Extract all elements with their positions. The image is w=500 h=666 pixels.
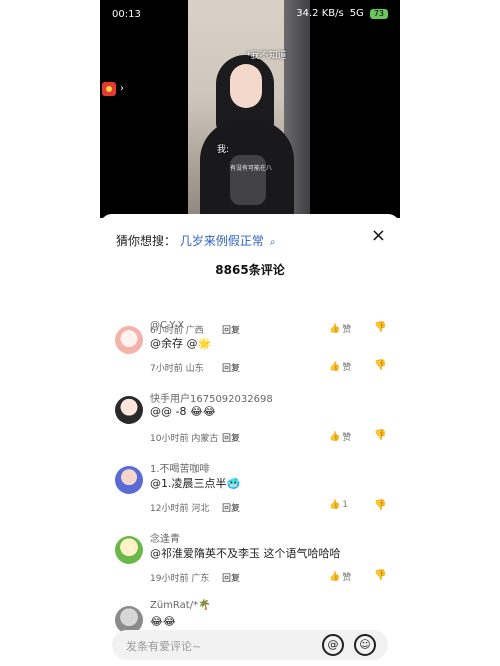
close-icon[interactable]: ×	[371, 227, 386, 245]
comment-user[interactable]: ZümRat/*🌴	[150, 600, 211, 611]
reply-button[interactable]: 回复	[222, 361, 240, 374]
like-button[interactable]: 👍 赞	[329, 430, 352, 444]
comment-item: @C-Y-X @余存 @🌟 7小时前 山东 回复 👍 赞 👎	[100, 318, 400, 388]
thumb-up-icon: 👍	[329, 500, 341, 510]
search-icon[interactable]: ⌕	[270, 237, 276, 248]
reply-button[interactable]: 回复	[222, 501, 240, 514]
video-person-face	[230, 64, 262, 108]
dislike-button[interactable]: 👎	[374, 360, 386, 371]
search-suggestion[interactable]: 猜你想搜： 几岁来例假正常 ⌕	[116, 232, 275, 249]
comment-user[interactable]: 1.不喝苦咖啡	[150, 460, 210, 475]
video-overlay-mid: 我:	[217, 145, 230, 155]
thumb-up-icon: 👍	[329, 361, 341, 372]
like-button[interactable]: 👍 赞	[329, 360, 352, 374]
like-count: 赞	[342, 433, 352, 443]
avatar[interactable]	[115, 326, 143, 354]
comments-sheet: 猜你想搜： 几岁来例假正常 ⌕ × 8865条评论 6小时前 广西 回复 👍 赞…	[100, 214, 400, 666]
avatar[interactable]	[115, 536, 143, 564]
comment-text: @祁淮爱隋英不及李玉 这个语气哈哈哈	[150, 547, 341, 560]
comment-text: 😂😂	[150, 615, 176, 628]
thumb-down-icon: 👎	[374, 570, 387, 581]
avatar[interactable]	[115, 396, 143, 424]
thumb-up-icon: 👍	[329, 431, 341, 442]
comment-item: 1.不喝苦咖啡 @1.凌晨三点半🥶 12小时前 河北 回复 👍 1 👎	[100, 458, 400, 528]
dislike-button[interactable]: 👎	[374, 430, 386, 441]
network-badge: 5G	[349, 8, 364, 19]
status-time: 00:13	[112, 9, 141, 20]
video-player[interactable]: 00:13 34.2 KB/s 5G 73 *我不知道 我: 有没有可能在八 ›	[100, 0, 400, 218]
like-button[interactable]: 👍 赞	[329, 570, 352, 584]
comment-meta: 19小时前 广东	[150, 574, 210, 584]
emoji-icon[interactable]: ☺	[354, 634, 376, 656]
chevron-right-icon[interactable]: ›	[120, 82, 124, 96]
like-count: 赞	[342, 363, 352, 373]
comment-user[interactable]: @C-Y-X	[150, 320, 184, 331]
thumb-down-icon: 👎	[374, 430, 387, 441]
status-bar: 00:13 34.2 KB/s 5G 73	[100, 0, 400, 28]
comment-input[interactable]: 发条有爱评论~	[126, 638, 201, 654]
thumb-down-icon: 👎	[374, 360, 387, 371]
comment-user[interactable]: 念逢青	[150, 530, 180, 545]
reply-button[interactable]: 回复	[222, 431, 240, 444]
thumb-up-icon: 👍	[329, 571, 341, 582]
thumb-down-icon: 👎	[374, 500, 387, 511]
status-right: 34.2 KB/s 5G 73	[296, 8, 388, 19]
comment-user[interactable]: 快手用户1675092032698	[150, 390, 273, 405]
reply-button[interactable]: 回复	[222, 571, 240, 584]
mention-icon[interactable]: @	[322, 634, 344, 656]
comment-input-bar[interactable]: 发条有爱评论~ @ ☺	[112, 630, 388, 660]
suggest-prefix: 猜你想搜：	[116, 234, 177, 248]
dislike-button[interactable]: 👎	[374, 500, 386, 511]
video-overlay-small: 有没有可能在八	[230, 165, 273, 172]
suggest-query[interactable]: 几岁来例假正常	[180, 234, 264, 248]
comment-text: @余存 @🌟	[150, 337, 212, 350]
battery-badge: 73	[369, 8, 388, 19]
comment-meta: 7小时前 山东	[150, 364, 204, 374]
video-overlay-top: *我不知道	[246, 51, 287, 61]
comment-item: 念逢青 @祁淮爱隋英不及李玉 这个语气哈哈哈 19小时前 广东 回复 👍 赞 👎	[100, 528, 400, 598]
video-frame	[188, 0, 310, 218]
like-count: 1	[342, 500, 348, 510]
comment-meta: 12小时前 河北	[150, 504, 210, 514]
dislike-button[interactable]: 👎	[374, 570, 386, 581]
phone-screen: 00:13 34.2 KB/s 5G 73 *我不知道 我: 有没有可能在八 ›…	[100, 0, 400, 666]
comment-text: @@ -8 😂😂	[150, 405, 216, 418]
like-button[interactable]: 👍 1	[329, 500, 348, 510]
like-count: 赞	[342, 573, 352, 583]
comment-item: 快手用户1675092032698 @@ -8 😂😂 10小时前 内蒙古 回复 …	[100, 388, 400, 458]
comment-meta: 10小时前 内蒙古	[150, 434, 219, 444]
network-speed: 34.2 KB/s	[296, 8, 344, 19]
comment-count: 8865条评论	[215, 263, 285, 277]
red-packet-icon[interactable]	[102, 82, 116, 96]
avatar[interactable]	[115, 466, 143, 494]
comment-text: @1.凌晨三点半🥶	[150, 477, 241, 490]
